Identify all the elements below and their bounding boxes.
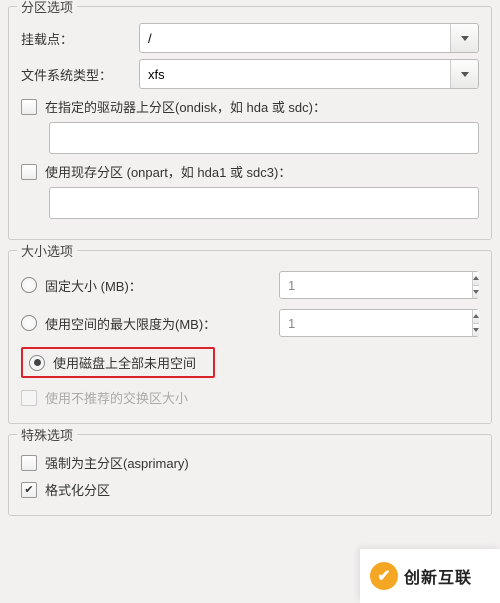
max-size-down[interactable] <box>473 324 479 337</box>
fixed-size-up[interactable] <box>473 272 479 286</box>
onpart-input[interactable] <box>49 187 479 219</box>
chevron-down-icon <box>461 36 469 41</box>
special-options-group: 特殊选项 强制为主分区(asprimary) 格式化分区 <box>8 434 492 516</box>
ondisk-label: 在指定的驱动器上分区(ondisk，如 hda 或 sdc)： <box>45 97 326 116</box>
size-options-group: 大小选项 固定大小 (MB)： 使用空间的最大限度为(MB)： <box>8 250 492 424</box>
filesystem-combo[interactable] <box>139 59 479 89</box>
all-unused-label: 使用磁盘上全部未用空间 <box>53 353 196 372</box>
swap-checkbox <box>21 390 37 406</box>
ondisk-input[interactable] <box>49 122 479 154</box>
fixed-size-down[interactable] <box>473 286 479 299</box>
partition-legend: 分区选项 <box>17 0 77 16</box>
brand-watermark: 创新互联 <box>360 549 500 603</box>
chevron-down-icon <box>461 72 469 77</box>
format-label: 格式化分区 <box>45 480 110 499</box>
mountpoint-input[interactable] <box>140 24 450 52</box>
ondisk-checkbox[interactable] <box>21 99 37 115</box>
fixed-size-spinner[interactable] <box>279 271 479 299</box>
all-unused-radio[interactable] <box>29 355 45 371</box>
swap-label: 使用不推荐的交换区大小 <box>45 388 188 407</box>
partition-options-group: 分区选项 挂载点： 文件系统类型： 在指定的驱动器上分区(ondisk，如 hd… <box>8 6 492 240</box>
max-size-label: 使用空间的最大限度为(MB)： <box>45 314 216 333</box>
brand-logo-icon <box>370 562 398 590</box>
mountpoint-label: 挂载点： <box>21 29 131 48</box>
asprimary-checkbox[interactable] <box>21 455 37 471</box>
format-checkbox[interactable] <box>21 482 37 498</box>
size-legend: 大小选项 <box>17 241 77 260</box>
arrow-down-icon <box>473 328 479 332</box>
mountpoint-dropdown-button[interactable] <box>450 24 478 52</box>
fixed-size-radio[interactable] <box>21 277 37 293</box>
arrow-down-icon <box>473 290 479 294</box>
arrow-up-icon <box>473 314 479 318</box>
special-legend: 特殊选项 <box>17 425 77 444</box>
onpart-checkbox[interactable] <box>21 164 37 180</box>
mountpoint-combo[interactable] <box>139 23 479 53</box>
arrow-up-icon <box>473 276 479 280</box>
asprimary-label: 强制为主分区(asprimary) <box>45 453 189 472</box>
max-size-input[interactable] <box>280 310 472 336</box>
filesystem-dropdown-button[interactable] <box>450 60 478 88</box>
fixed-size-label: 固定大小 (MB)： <box>45 276 142 295</box>
filesystem-input[interactable] <box>140 60 450 88</box>
fixed-size-input[interactable] <box>280 272 472 298</box>
brand-text: 创新互联 <box>404 564 472 588</box>
filesystem-label: 文件系统类型： <box>21 65 131 84</box>
max-size-radio[interactable] <box>21 315 37 331</box>
onpart-label: 使用现存分区 (onpart，如 hda1 或 sdc3)： <box>45 162 291 181</box>
max-size-up[interactable] <box>473 310 479 324</box>
all-unused-highlight: 使用磁盘上全部未用空间 <box>21 347 215 378</box>
max-size-spinner[interactable] <box>279 309 479 337</box>
